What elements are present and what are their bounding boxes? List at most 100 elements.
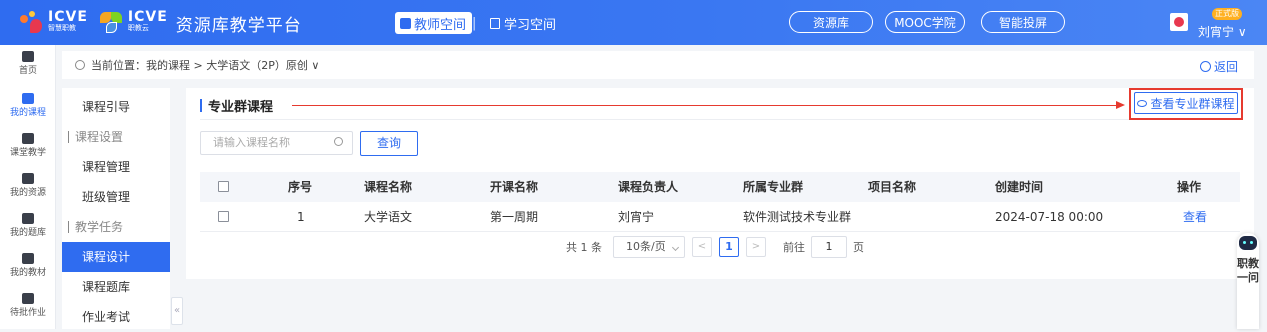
goto-label: 前往 <box>783 241 805 254</box>
column-header: 操作 <box>1177 180 1202 194</box>
prev-page-button[interactable]: < <box>692 237 712 257</box>
robot-icon <box>1239 236 1257 250</box>
platform-title: 资源库教学平台 <box>175 15 302 36</box>
leftnav-item-home[interactable]: 首页 <box>0 51 56 76</box>
cell-index: 1 <box>297 210 305 224</box>
sidebar-item-course-design[interactable]: 课程设计 <box>62 242 170 272</box>
row-checkbox[interactable] <box>218 211 229 222</box>
tab-student-space[interactable]: 学习空间 <box>490 12 556 34</box>
book-icon <box>22 93 34 104</box>
user-menu[interactable]: 刘宵宁 ∨ <box>1198 23 1247 40</box>
sidebar-collapse-button[interactable]: « <box>171 297 183 325</box>
pagination: 共 1 条 10条/页 < 1 > 前往 1 页 <box>566 236 864 258</box>
column-header: 项目名称 <box>868 180 917 194</box>
leftnav-item-my-courses[interactable]: 我的课程 <box>0 93 56 118</box>
breadcrumb-text[interactable]: 当前位置：我的课程 > 大学语文（2P）原创 ∨ <box>91 57 319 73</box>
main-panel: 专业群课程 查看专业群课程 请输入课程名称 查询 序号 课程名称 开课名称 课程… <box>186 88 1254 279</box>
pager-total: 共 1 条 <box>566 241 602 254</box>
sidebar-item-homework-exam[interactable]: 作业考试 <box>62 302 170 332</box>
column-header: 开课名称 <box>490 180 539 194</box>
column-header: 序号 <box>288 180 313 194</box>
table-row: 1 大学语文 第一周期 刘宵宁 软件测试技术专业群 2024-07-18 00:… <box>200 202 1240 232</box>
logo-group[interactable]: ICVE 智慧职教 ICVE 职教云 资源库教学平台 <box>20 9 302 37</box>
column-header: 课程名称 <box>364 180 413 194</box>
nav-separator: | <box>472 15 477 31</box>
next-page-button[interactable]: > <box>746 237 766 257</box>
resource-library-button[interactable]: 资源库 <box>789 11 873 33</box>
tab-student-label: 学习空间 <box>504 17 557 33</box>
tab-teacher-label: 教师空间 <box>414 17 467 33</box>
query-button[interactable]: 查询 <box>360 131 418 156</box>
leftnav-label: 课堂教学 <box>9 148 46 158</box>
assistant-label: 职教一问 <box>1237 257 1259 284</box>
column-header: 课程负责人 <box>618 180 679 194</box>
divider <box>200 119 1240 120</box>
course-search-input[interactable]: 请输入课程名称 <box>200 131 353 155</box>
cell-created-time: 2024-07-18 00:00 <box>995 210 1104 224</box>
leftnav-label: 待批作业 <box>9 308 46 318</box>
chevron-down-icon <box>671 243 680 252</box>
student-icon <box>490 17 500 29</box>
back-label: 返回 <box>1213 60 1238 74</box>
location-icon <box>75 60 85 70</box>
annotation-arrow <box>292 105 1118 106</box>
leftnav-item-question-bank[interactable]: 我的题库 <box>0 213 56 238</box>
column-header: 创建时间 <box>995 180 1044 194</box>
home-icon <box>22 51 34 62</box>
assistant-widget[interactable]: 职教一问 <box>1237 233 1259 329</box>
resource-icon <box>22 173 34 184</box>
cell-course-name: 大学语文 <box>364 210 413 224</box>
back-icon <box>1199 61 1211 72</box>
sidebar-item-course-management[interactable]: 课程管理 <box>62 152 170 182</box>
icve-logo-icon <box>20 11 44 35</box>
cell-major-group: 软件测试技术专业群 <box>743 210 852 224</box>
logo-zjy: ICVE 职教云 <box>127 9 168 32</box>
page-size-value: 10条/页 <box>626 240 666 253</box>
table-header: 序号 课程名称 开课名称 课程负责人 所属专业群 项目名称 创建时间 操作 <box>200 172 1240 202</box>
select-all-checkbox[interactable] <box>218 181 229 192</box>
smart-screen-button[interactable]: 智能投屏 <box>981 11 1065 33</box>
avatar[interactable] <box>1170 13 1188 31</box>
back-button[interactable]: 返回 <box>1199 58 1238 75</box>
page-number-button[interactable]: 1 <box>719 237 739 257</box>
play-icon <box>22 133 34 144</box>
sidebar-item-course-guide[interactable]: 课程引导 <box>62 92 170 122</box>
mooc-button[interactable]: MOOC学院 <box>885 11 965 33</box>
leftnav-label: 首页 <box>18 66 37 76</box>
page-size-select[interactable]: 10条/页 <box>613 236 685 258</box>
top-bar: ICVE 智慧职教 ICVE 职教云 资源库教学平台 教师空间 | 学习空间 资… <box>0 0 1267 45</box>
column-header: 所属专业群 <box>743 180 804 194</box>
search-icon[interactable] <box>334 137 343 146</box>
sidebar-item-class-management[interactable]: 班级管理 <box>62 182 170 212</box>
cell-owner: 刘宵宁 <box>618 210 655 224</box>
user-name: 刘宵宁 <box>1198 25 1235 39</box>
question-bank-icon <box>22 213 34 224</box>
cell-term-name: 第一周期 <box>490 210 539 224</box>
leftnav-item-homework[interactable]: 待批作业 <box>0 293 56 318</box>
sidebar-group-course-settings: 课程设置 <box>62 122 170 152</box>
goto-suffix: 页 <box>853 241 864 254</box>
left-nav: 首页 我的课程 课堂教学 我的资源 我的题库 我的教材 待批作业 <box>0 45 56 329</box>
leftnav-item-classroom[interactable]: 课堂教学 <box>0 133 56 158</box>
course-sidebar: 课程引导 课程设置 课程管理 班级管理 教学任务 课程设计 课程题库 作业考试 <box>62 88 170 329</box>
homework-icon <box>22 293 34 304</box>
goto-page-input[interactable]: 1 <box>811 236 847 258</box>
version-badge: 正式版 <box>1212 8 1242 20</box>
zjy-logo-icon <box>99 11 124 35</box>
view-link[interactable]: 查看 <box>1183 202 1207 232</box>
breadcrumb: 当前位置：我的课程 > 大学语文（2P）原创 ∨ 返回 <box>62 51 1254 79</box>
leftnav-label: 我的课程 <box>9 108 46 118</box>
avatar-icon <box>1174 17 1184 27</box>
eye-icon <box>1137 99 1148 107</box>
view-button-label: 查看专业群课程 <box>1150 96 1235 111</box>
logo-icve: ICVE 智慧职教 <box>48 9 88 32</box>
sidebar-group-teaching-tasks: 教学任务 <box>62 212 170 242</box>
sidebar-item-course-question-bank[interactable]: 课程题库 <box>62 272 170 302</box>
tab-teacher-space[interactable]: 教师空间 <box>395 12 473 34</box>
textbook-icon <box>22 253 34 264</box>
chevron-down-icon: ∨ <box>1237 25 1247 39</box>
leftnav-item-resources[interactable]: 我的资源 <box>0 173 56 198</box>
view-major-group-courses-button[interactable]: 查看专业群课程 <box>1134 92 1238 114</box>
annotation-arrowhead <box>1116 101 1125 109</box>
leftnav-item-textbooks[interactable]: 我的教材 <box>0 253 56 278</box>
